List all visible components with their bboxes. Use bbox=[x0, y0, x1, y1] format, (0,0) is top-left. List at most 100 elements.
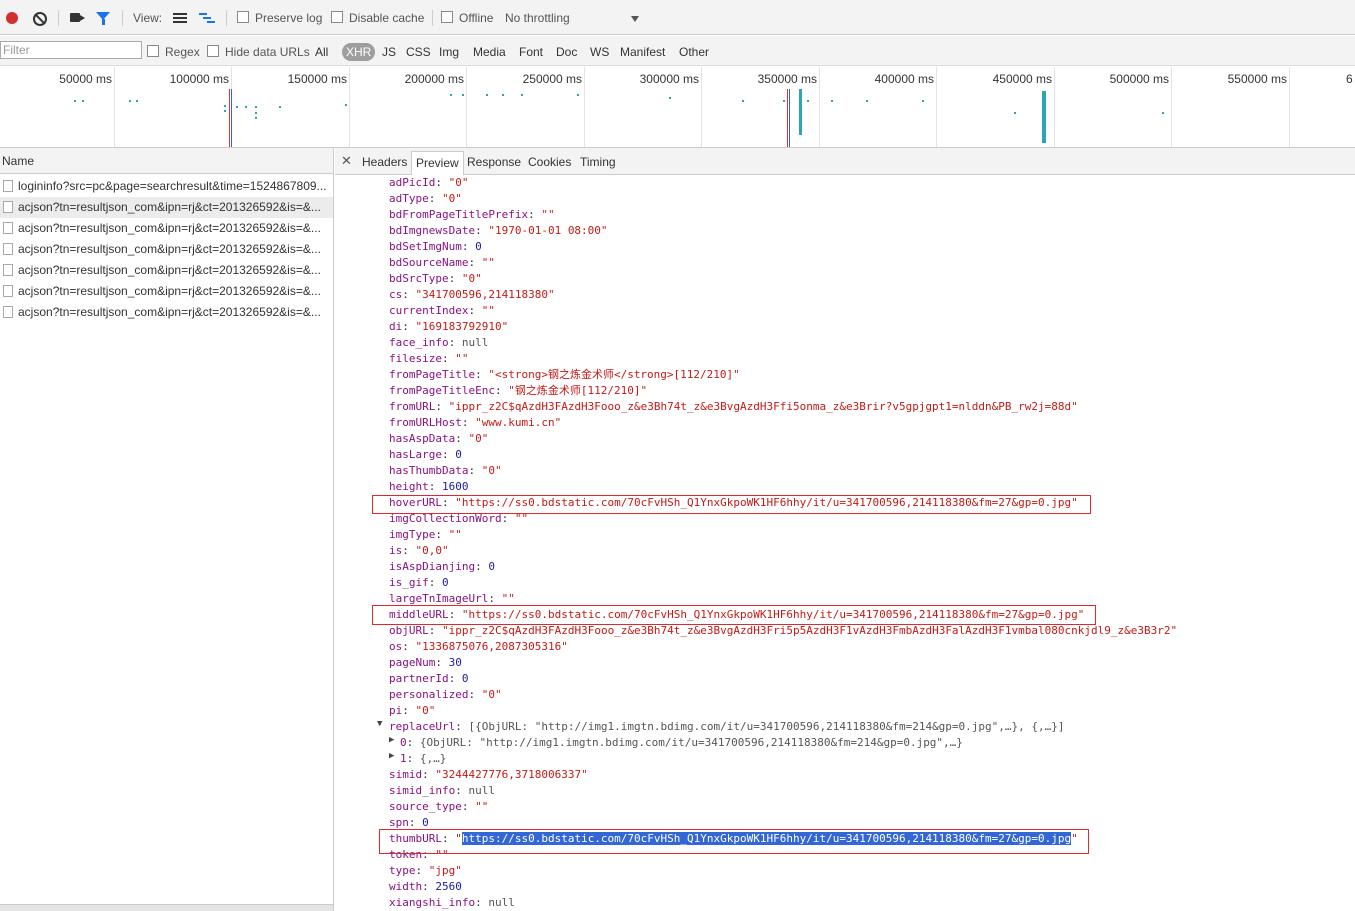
triangle-right-icon[interactable]: ▶ bbox=[389, 751, 394, 761]
tab-headers[interactable]: Headers bbox=[362, 154, 407, 174]
json-key: height bbox=[389, 480, 429, 493]
preserve-log-checkbox[interactable]: Preserve log bbox=[237, 8, 322, 28]
throttling-select[interactable]: No throttling bbox=[505, 8, 570, 28]
disable-cache-checkbox[interactable]: Disable cache bbox=[331, 8, 424, 28]
json-property-0[interactable]: 0: {ObjURL: "http://img1.imgtn.bdimg.com… bbox=[400, 735, 963, 751]
json-value: "0" bbox=[481, 688, 502, 701]
json-key: filesize bbox=[389, 352, 442, 365]
json-colon: : bbox=[468, 256, 482, 269]
request-row[interactable]: acjson?tn=resultjson_com&ipn=rj&ct=20132… bbox=[0, 281, 333, 302]
json-key: fromPageTitleEnc bbox=[389, 384, 495, 397]
type-filter-font[interactable]: Font bbox=[519, 43, 543, 61]
json-preview[interactable]: adPicId: "0" adType: "0" bdFromPageTitlePr… bbox=[335, 175, 1355, 911]
close-icon[interactable]: ✕ bbox=[341, 153, 352, 169]
json-colon: : bbox=[402, 640, 416, 653]
json-key: 0 bbox=[400, 736, 407, 749]
type-filter-ws[interactable]: WS bbox=[590, 43, 609, 61]
request-row[interactable]: acjson?tn=resultjson_com&ipn=rj&ct=20132… bbox=[0, 302, 333, 323]
json-property-frompagetitleenc: fromPageTitleEnc: "钢之炼金术师[112/210]" bbox=[389, 383, 647, 399]
checkbox-icon bbox=[441, 11, 453, 23]
name-column-header[interactable]: Name bbox=[0, 148, 333, 174]
request-row[interactable]: acjson?tn=resultjson_com&ipn=rj&ct=20132… bbox=[0, 218, 333, 239]
json-value: "1336875076,2087305316" bbox=[415, 640, 568, 653]
json-key: bdFromPageTitlePrefix bbox=[389, 208, 529, 221]
request-row[interactable]: acjson?tn=resultjson_com&ipn=rj&ct=20132… bbox=[0, 197, 333, 218]
hide-data-urls-label: Hide data URLs bbox=[225, 45, 310, 59]
hide-data-urls-checkbox[interactable]: Hide data URLs bbox=[207, 43, 310, 61]
json-property-replaceurl[interactable]: replaceUrl: [{ObjURL: "http://img1.imgtn… bbox=[389, 719, 1065, 735]
detail-tab-bar: ✕ Headers Preview Response Cookies Timin… bbox=[335, 148, 1355, 175]
regex-label: Regex bbox=[165, 45, 200, 59]
triangle-right-icon[interactable]: ▶ bbox=[389, 735, 394, 745]
record-icon[interactable] bbox=[6, 12, 18, 24]
timeline-activity-dot bbox=[255, 106, 257, 108]
timeline-tick-label: 100000 ms bbox=[169, 72, 229, 86]
json-value: "www.kumi.cn" bbox=[475, 416, 562, 429]
json-property-1[interactable]: 1: {,…} bbox=[400, 751, 446, 767]
waterfall-overview-icon[interactable] bbox=[199, 13, 215, 23]
timeline-overview[interactable]: 50000 ms 100000 ms 150000 ms 200000 ms 2… bbox=[0, 67, 1355, 148]
json-property-type: type: "jpg" bbox=[389, 863, 462, 879]
triangle-down-icon[interactable]: ▼ bbox=[377, 719, 382, 729]
horizontal-scrollbar[interactable] bbox=[0, 904, 333, 911]
large-rows-icon[interactable] bbox=[173, 13, 187, 23]
clear-icon[interactable] bbox=[33, 12, 47, 26]
type-filter-doc[interactable]: Doc bbox=[556, 43, 577, 61]
timeline-marker-red bbox=[229, 89, 230, 147]
json-key: fromURLHost bbox=[389, 416, 462, 429]
json-colon: : bbox=[461, 240, 476, 253]
request-row[interactable]: acjson?tn=resultjson_com&ipn=rj&ct=20132… bbox=[0, 260, 333, 281]
json-value: "" bbox=[455, 352, 469, 365]
json-property-adpicid: adPicId: "0" bbox=[389, 175, 468, 191]
json-value: 30 bbox=[448, 656, 462, 669]
json-colon: : bbox=[435, 400, 449, 413]
tab-timing[interactable]: Timing bbox=[580, 154, 616, 174]
json-colon: : bbox=[415, 864, 429, 877]
type-filter-manifest[interactable]: Manifest bbox=[620, 43, 665, 61]
chevron-down-icon[interactable] bbox=[631, 16, 639, 22]
json-key: objURL bbox=[389, 624, 429, 637]
json-value: 0 bbox=[461, 672, 469, 685]
type-filter-all[interactable]: All bbox=[315, 43, 328, 61]
json-value: 1600 bbox=[442, 480, 469, 493]
type-filter-xhr[interactable]: XHR bbox=[342, 43, 376, 61]
file-icon bbox=[3, 264, 13, 276]
json-value: "0" bbox=[481, 464, 502, 477]
tab-preview[interactable]: Preview bbox=[411, 151, 464, 175]
json-key: largeTnImageUrl bbox=[389, 592, 489, 605]
type-filter-other[interactable]: Other bbox=[679, 43, 709, 61]
type-filter-js[interactable]: JS bbox=[382, 43, 396, 61]
timeline-tick-label: 150000 ms bbox=[287, 72, 347, 86]
request-row[interactable]: logininfo?src=pc&page=searchresult&time=… bbox=[0, 176, 333, 197]
type-filter-img[interactable]: Img bbox=[439, 43, 459, 61]
timeline-tick-label: 300000 ms bbox=[639, 72, 699, 86]
timeline-activity-dot bbox=[82, 100, 84, 102]
type-filter-css[interactable]: CSS bbox=[406, 43, 431, 61]
timeline-activity-dot bbox=[279, 106, 281, 108]
timeline-activity-dot bbox=[783, 100, 785, 102]
request-name: acjson?tn=resultjson_com&ipn=rj&ct=20132… bbox=[18, 284, 321, 298]
json-property-haslarge: hasLarge: 0 bbox=[389, 447, 462, 463]
divider bbox=[226, 10, 227, 26]
view-label: View: bbox=[133, 11, 163, 25]
json-value: 0 bbox=[455, 448, 462, 461]
request-list-panel: Name logininfo?src=pc&page=searchresult&… bbox=[0, 148, 334, 911]
tab-cookies[interactable]: Cookies bbox=[528, 154, 571, 174]
json-colon: : bbox=[475, 560, 489, 573]
json-colon: : bbox=[488, 592, 502, 605]
screenshot-camera-icon[interactable] bbox=[70, 13, 85, 22]
request-row[interactable]: acjson?tn=resultjson_com&ipn=rj&ct=20132… bbox=[0, 239, 333, 260]
json-key: hasLarge bbox=[389, 448, 442, 461]
offline-checkbox[interactable]: Offline bbox=[441, 8, 493, 28]
timeline-tick-label: 400000 ms bbox=[874, 72, 934, 86]
type-filter-media[interactable]: Media bbox=[473, 43, 506, 61]
json-key: face_info bbox=[389, 336, 449, 349]
tab-response[interactable]: Response bbox=[467, 154, 521, 174]
filter-input[interactable]: Filter bbox=[0, 41, 142, 59]
json-value: "0" bbox=[442, 192, 462, 205]
timeline-marker-blue bbox=[789, 89, 790, 147]
timeline-activity-dot bbox=[1014, 112, 1016, 114]
json-key: type bbox=[389, 864, 416, 877]
regex-checkbox[interactable]: Regex bbox=[147, 43, 200, 61]
json-colon: : bbox=[461, 800, 476, 813]
